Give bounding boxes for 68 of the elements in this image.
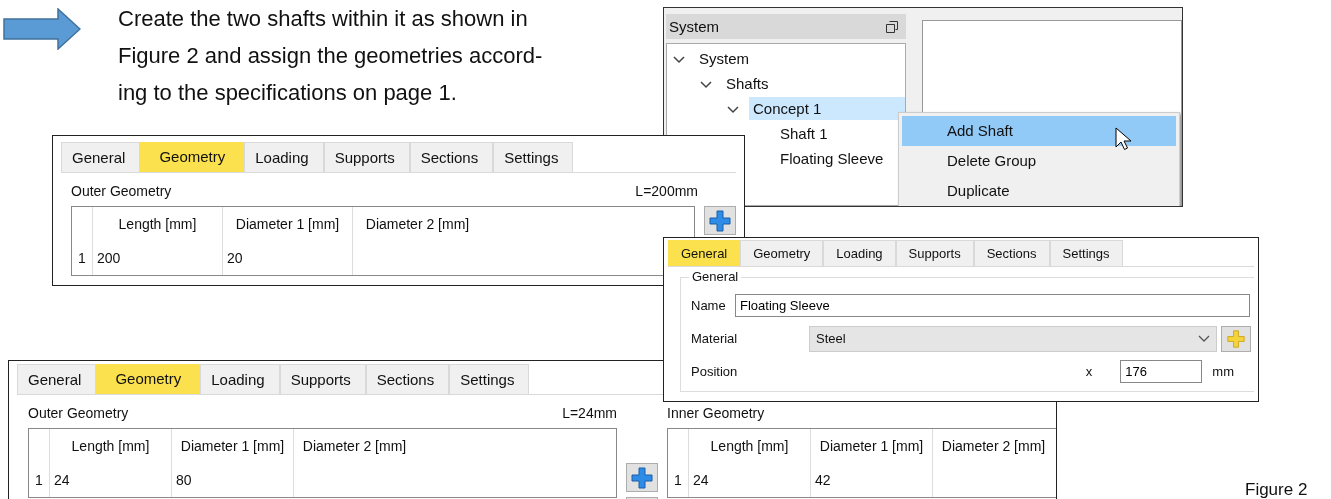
row-number: 1 (77, 249, 87, 268)
menu-item[interactable]: Add Shaft (902, 116, 1176, 146)
column-header: Length [mm] (49, 429, 171, 463)
tab[interactable]: Geometry (740, 240, 824, 266)
position-field[interactable]: 176 (1120, 360, 1203, 383)
field-label: Material (691, 331, 739, 346)
panel-title: System (669, 18, 719, 35)
tab[interactable]: Sections (973, 240, 1050, 266)
table-cell: 200 (92, 241, 222, 275)
column-header: Length [mm] (92, 207, 222, 241)
tab[interactable]: Sections (409, 142, 494, 172)
table-cell: 24 (49, 463, 171, 497)
unit-label: mm (1212, 364, 1234, 379)
mouse-cursor-icon (1115, 127, 1131, 151)
column-header: Diameter 1 [mm] (810, 429, 932, 463)
dropdown-caret-icon (1198, 334, 1210, 343)
material-dropdown[interactable]: Steel (809, 325, 1217, 352)
column-header: Length [mm] (688, 429, 810, 463)
plus-icon (1227, 329, 1245, 348)
section-title: Inner Geometry (667, 405, 765, 421)
field-label: Name (691, 298, 727, 313)
table-cell: 24 (688, 463, 810, 497)
column-header: Diameter 2 [mm] (352, 207, 482, 241)
menu-item[interactable]: Delete Group (902, 146, 1176, 176)
column-header: Diameter 2 [mm] (293, 429, 415, 463)
tab[interactable]: General (17, 364, 97, 394)
tab[interactable]: Loading (200, 364, 280, 394)
tab[interactable]: Supports (279, 364, 366, 394)
tree-item[interactable]: Concept 1 (749, 97, 905, 120)
row-number: 1 (34, 471, 44, 490)
tree-item[interactable]: System (695, 47, 905, 70)
field-label: Position (691, 364, 739, 379)
total-length: L=24mm (562, 405, 617, 421)
tab[interactable]: Loading (823, 240, 896, 266)
tab[interactable]: General (668, 240, 741, 266)
plus-icon (709, 209, 731, 232)
tab[interactable]: General (61, 142, 141, 172)
instruction-text: Create the two shafts within it as shown in Figure 2 and assign the geometries accord- ing to the specifications on page 1. (118, 5, 543, 107)
tab[interactable]: Geometry (140, 142, 245, 172)
table-cell: 80 (171, 463, 293, 497)
group-title: General (689, 269, 742, 284)
tab[interactable]: Geometry (96, 364, 201, 394)
name-field[interactable]: Floating Sleeve (735, 294, 1250, 317)
menu-item[interactable]: Duplicate (902, 176, 1176, 206)
table-cell: 20 (222, 241, 352, 275)
tree-item[interactable]: Shafts (722, 72, 905, 95)
plus-icon (631, 466, 653, 489)
section-title: Outer Geometry (71, 183, 172, 199)
add-button[interactable] (704, 206, 736, 235)
tab[interactable]: Settings (1049, 240, 1123, 266)
column-header: Diameter 1 [mm] (222, 207, 352, 241)
figure-caption: Figure 2 (1245, 480, 1308, 499)
column-header: Diameter 1 [mm] (171, 429, 293, 463)
tab[interactable]: Settings (493, 142, 574, 172)
tab[interactable]: Sections (365, 364, 450, 394)
restore-icon[interactable] (886, 20, 898, 33)
table-cell: 42 (810, 463, 932, 497)
tab[interactable]: Loading (244, 142, 324, 172)
tab[interactable]: Settings (449, 364, 530, 394)
column-header: Diameter 2 [mm] (932, 429, 1054, 463)
tab[interactable]: Supports (895, 240, 974, 266)
add-button[interactable] (626, 463, 658, 492)
section-title: Outer Geometry (28, 405, 129, 421)
total-length: L=200mm (635, 183, 698, 199)
row-number: 1 (673, 471, 683, 490)
right-arrow-icon (3, 8, 81, 50)
tab[interactable]: Supports (323, 142, 410, 172)
axis-label: x (1085, 364, 1093, 379)
